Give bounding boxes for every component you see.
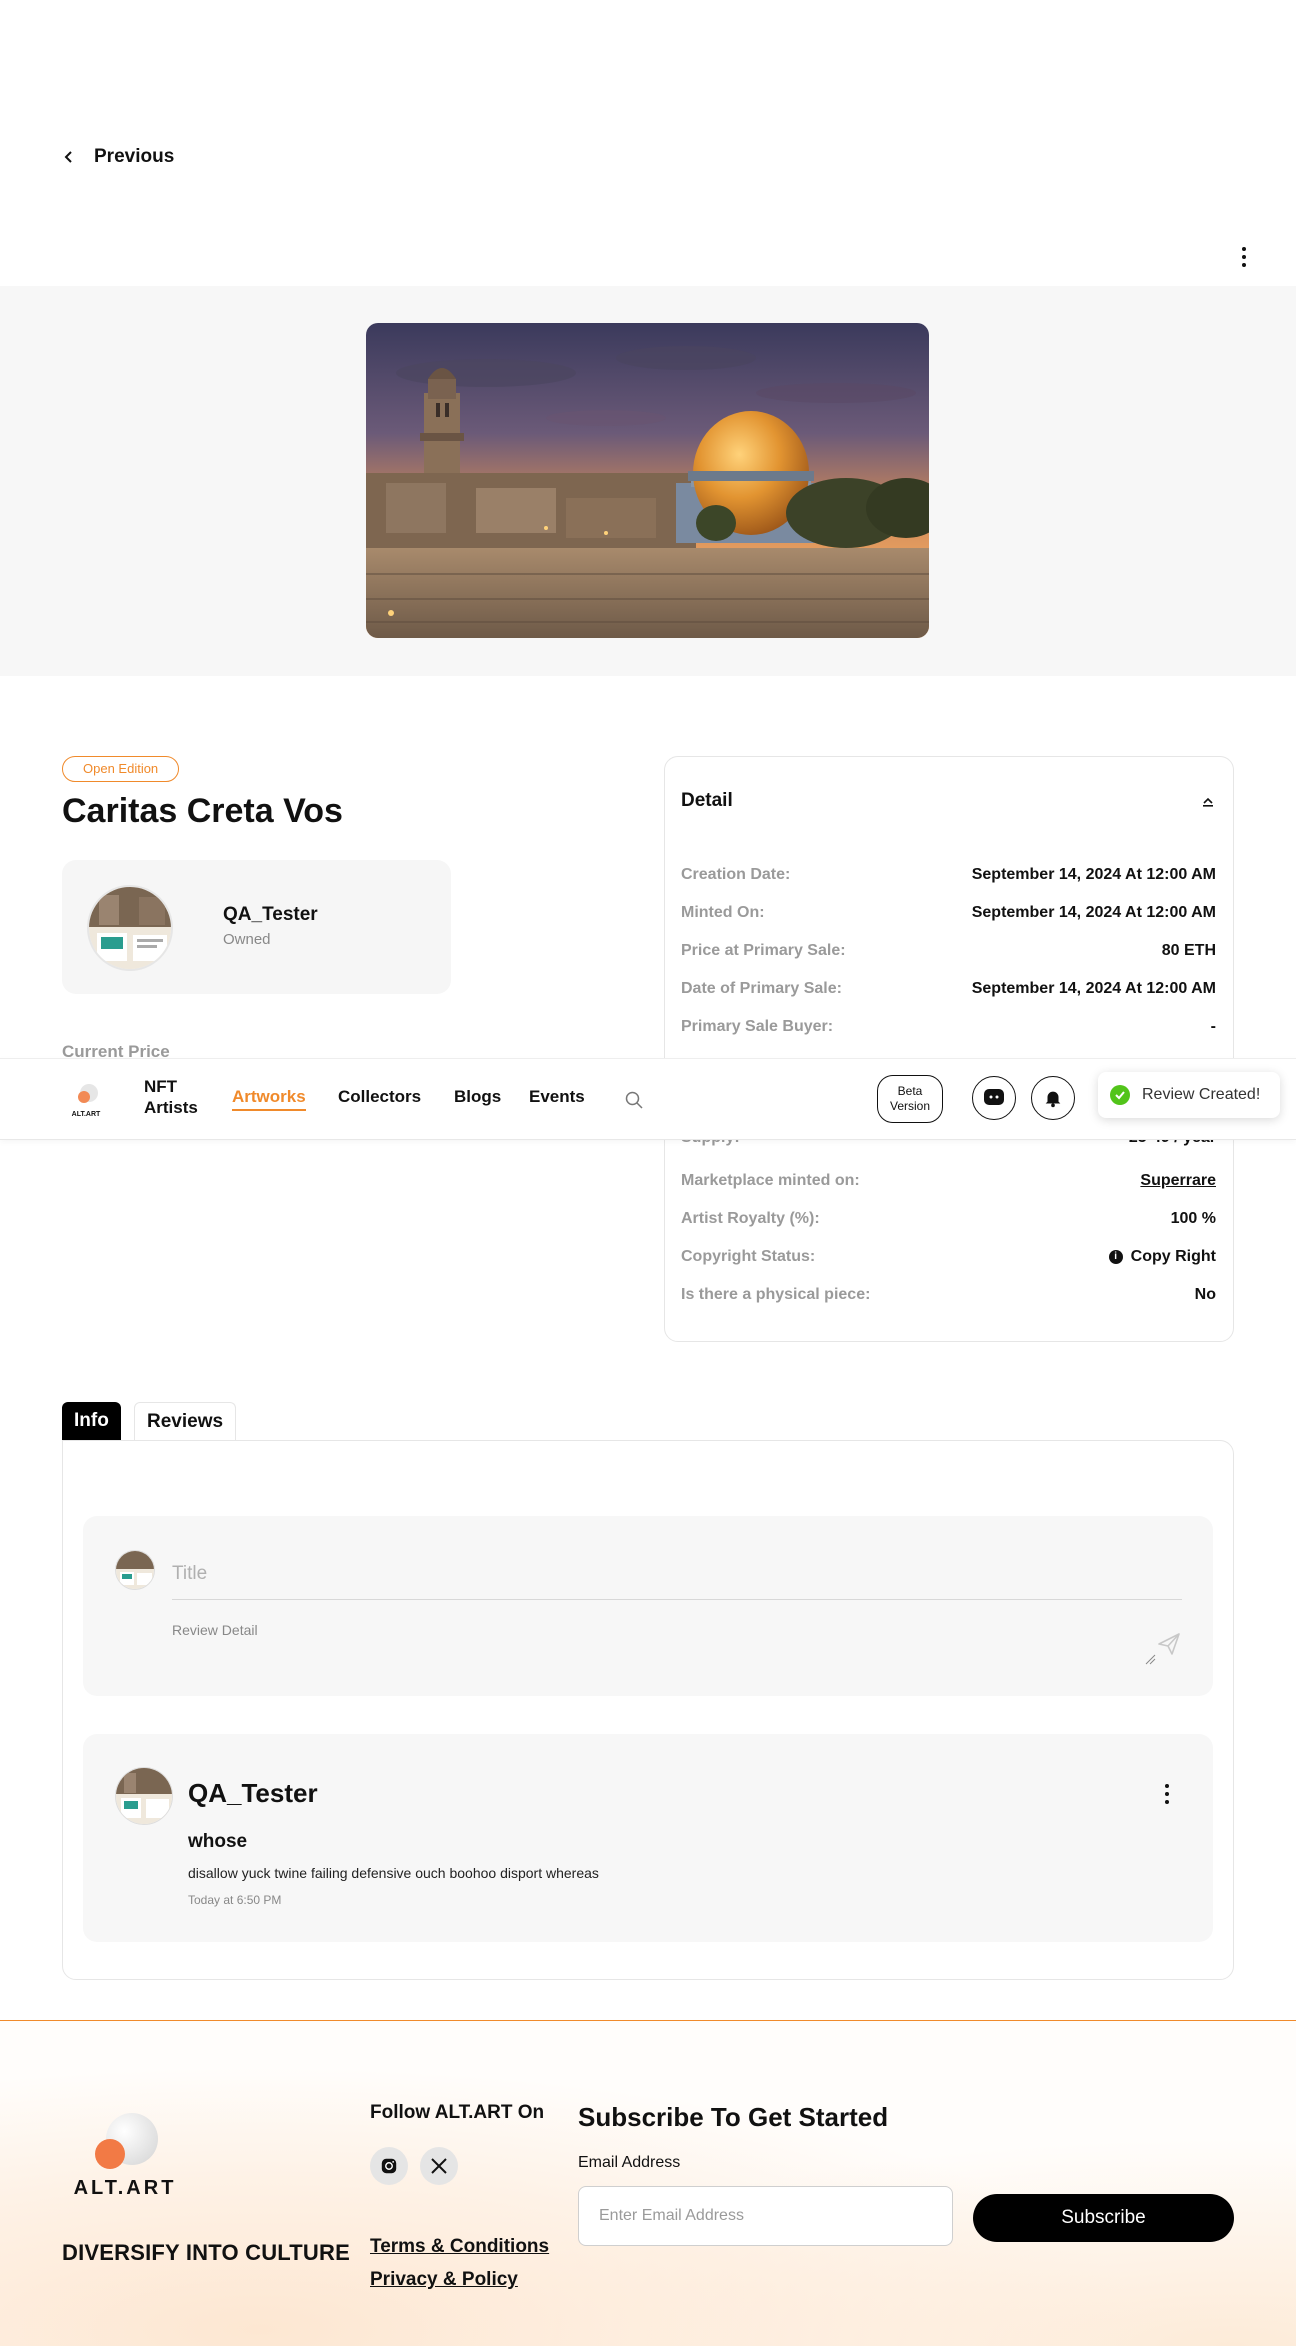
bell-icon bbox=[1045, 1091, 1061, 1108]
detail-row: Copyright Status: i Copy Right bbox=[681, 1245, 1216, 1269]
edition-badge: Open Edition bbox=[62, 756, 180, 782]
x-icon bbox=[431, 2158, 447, 2174]
detail-label: Primary Sale Buyer: bbox=[681, 1018, 834, 1035]
reviewer-avatar[interactable] bbox=[115, 1767, 173, 1825]
instagram-button[interactable] bbox=[370, 2147, 408, 2185]
nav-blogs[interactable]: Blogs bbox=[454, 1087, 501, 1107]
more-options-icon[interactable] bbox=[1234, 243, 1254, 271]
detail-row: Date of Primary Sale: September 14, 2024… bbox=[681, 977, 1216, 1001]
nav-events[interactable]: Events bbox=[529, 1087, 585, 1107]
subscribe-title: Subscribe To Get Started bbox=[578, 2102, 889, 2132]
follow-label: Follow ALT.ART On bbox=[370, 2102, 545, 2123]
toast-message: Review Created! bbox=[1142, 1086, 1261, 1103]
artwork-title: Caritas Creta Vos bbox=[62, 792, 343, 830]
nav-nft-artists[interactable]: NFT Artists bbox=[144, 1076, 214, 1118]
resize-handle-icon[interactable] bbox=[1144, 1653, 1156, 1665]
owner-status: Owned bbox=[223, 931, 271, 948]
detail-label: Price at Primary Sale: bbox=[681, 942, 846, 959]
previous-button[interactable]: Previous bbox=[62, 146, 174, 168]
detail-label: Minted On: bbox=[681, 904, 765, 921]
email-label: Email Address bbox=[578, 2154, 681, 2171]
terms-link[interactable]: Terms & Conditions bbox=[370, 2236, 549, 2258]
detail-row: Is there a physical piece: No bbox=[681, 1283, 1216, 1307]
detail-row: Primary Sale Buyer: - bbox=[681, 1015, 1216, 1039]
detail-label: Artist Royalty (%): bbox=[681, 1210, 820, 1227]
info-icon[interactable]: i bbox=[1108, 1250, 1123, 1264]
detail-value: No bbox=[1194, 1286, 1216, 1303]
review-item bbox=[83, 1734, 1213, 1942]
review-detail-input[interactable] bbox=[172, 1622, 1157, 1666]
tab-info[interactable]: Info bbox=[62, 1402, 121, 1442]
success-toast: Review Created! bbox=[1098, 1072, 1280, 1118]
detail-value: 100 % bbox=[1170, 1210, 1216, 1227]
nav-artworks[interactable]: Artworks bbox=[232, 1087, 306, 1111]
detail-row: Marketplace minted on: Superrare bbox=[681, 1169, 1216, 1193]
artwork-image[interactable] bbox=[366, 323, 929, 638]
footer-logo-text: ALT.ART bbox=[74, 2177, 177, 2198]
detail-row: Artist Royalty (%): 100 % bbox=[681, 1207, 1216, 1231]
review-timestamp: Today at 6:50 PM bbox=[188, 1893, 282, 1907]
nav-collectors[interactable]: Collectors bbox=[338, 1087, 421, 1107]
x-button[interactable] bbox=[420, 2147, 458, 2185]
tab-reviews[interactable]: Reviews bbox=[134, 1402, 237, 1442]
review-body: disallow yuck twine failing defensive ou… bbox=[188, 1865, 599, 1881]
privacy-link[interactable]: Privacy & Policy bbox=[370, 2269, 518, 2291]
review-form bbox=[83, 1516, 1213, 1696]
email-field[interactable] bbox=[578, 2186, 953, 2246]
send-icon[interactable] bbox=[1156, 1631, 1182, 1657]
owner-name[interactable]: QA_Tester bbox=[223, 904, 318, 926]
detail-value: i Copy Right bbox=[1108, 1248, 1216, 1266]
detail-label: Marketplace minted on: bbox=[681, 1172, 860, 1189]
detail-row: Minted On: September 14, 2024 At 12:00 A… bbox=[681, 901, 1216, 925]
detail-value: 80 ETH bbox=[1161, 942, 1216, 959]
owner-avatar[interactable] bbox=[87, 885, 173, 971]
chevron-left-icon bbox=[64, 151, 72, 163]
collapse-icon[interactable] bbox=[1198, 792, 1218, 812]
footer-logo[interactable]: ALT.ART bbox=[62, 2112, 192, 2199]
detail-label: Creation Date: bbox=[681, 866, 791, 883]
footer-tagline: DIVERSIFY INTO CULTURE bbox=[62, 2240, 350, 2265]
chat-icon bbox=[984, 1089, 1004, 1105]
svg-text:ALT.ART: ALT.ART bbox=[72, 1111, 101, 1118]
search-icon[interactable] bbox=[624, 1090, 644, 1110]
review-title-input[interactable] bbox=[172, 1548, 1182, 1600]
detail-value: September 14, 2024 At 12:00 AM bbox=[971, 866, 1216, 883]
review-title: whose bbox=[188, 1831, 248, 1852]
check-circle-icon bbox=[1110, 1085, 1130, 1105]
detail-label: Date of Primary Sale: bbox=[681, 980, 842, 997]
review-options-icon[interactable] bbox=[1158, 1782, 1176, 1806]
detail-label: Is there a physical piece: bbox=[681, 1286, 871, 1303]
copyright-value: Copy Right bbox=[1130, 1248, 1216, 1265]
reviewer-name[interactable]: QA_Tester bbox=[188, 1778, 318, 1809]
notifications-button[interactable] bbox=[1031, 1076, 1075, 1120]
altart-logo[interactable]: ALT.ART bbox=[64, 1079, 108, 1119]
detail-value: September 14, 2024 At 12:00 AM bbox=[971, 980, 1216, 997]
footer bbox=[0, 2020, 1296, 2346]
chat-button[interactable] bbox=[972, 1076, 1016, 1120]
previous-label: Previous bbox=[94, 146, 175, 167]
instagram-icon bbox=[381, 2158, 397, 2174]
subscribe-button[interactable]: Subscribe bbox=[973, 2194, 1234, 2242]
detail-row: Creation Date: September 14, 2024 At 12:… bbox=[681, 863, 1216, 887]
detail-title: Detail bbox=[681, 790, 733, 811]
detail-value: - bbox=[1210, 1018, 1216, 1035]
detail-row: Price at Primary Sale: 80 ETH bbox=[681, 939, 1216, 963]
beta-version-button[interactable]: Beta Version bbox=[877, 1075, 943, 1123]
detail-value: September 14, 2024 At 12:00 AM bbox=[971, 904, 1216, 921]
marketplace-link[interactable]: Superrare bbox=[1140, 1172, 1216, 1190]
detail-label: Copyright Status: bbox=[681, 1248, 816, 1265]
current-user-avatar bbox=[115, 1550, 155, 1590]
